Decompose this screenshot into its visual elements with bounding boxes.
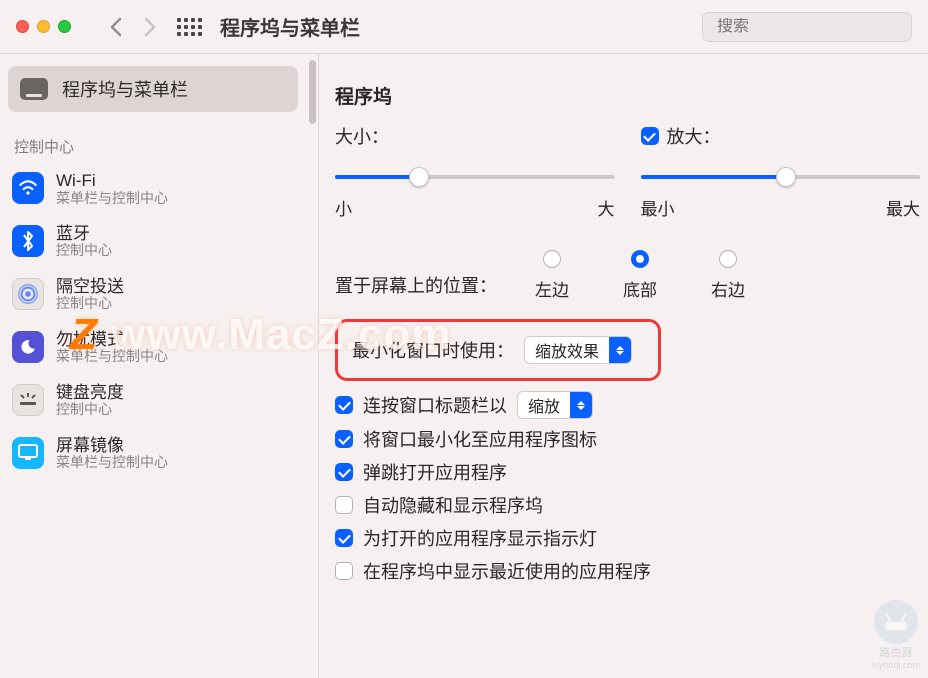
search-field[interactable] <box>702 12 912 42</box>
size-label: 大小： <box>335 123 389 149</box>
chevron-right-icon <box>143 17 157 37</box>
minimize-effect-label: 最小化窗口时使用： <box>352 337 514 363</box>
sidebar-item-screen-mirroring[interactable]: 屏幕镜像菜单栏与控制中心 <box>0 428 298 481</box>
close-button[interactable] <box>16 20 29 33</box>
position-option-right[interactable]: 右边 <box>711 250 745 301</box>
position-label: 置于屏幕上的位置： <box>335 250 515 298</box>
sidebar-item-keyboard-brightness[interactable]: 键盘亮度控制中心 <box>0 375 298 428</box>
back-button[interactable] <box>99 13 133 41</box>
airdrop-icon <box>12 278 44 310</box>
bluetooth-icon <box>12 225 44 257</box>
opt-autohide-dock[interactable]: 自动隐藏和显示程序坞 <box>335 492 920 518</box>
fullscreen-button[interactable] <box>58 20 71 33</box>
position-option-left[interactable]: 左边 <box>535 250 569 301</box>
magnify-slider[interactable] <box>641 167 921 187</box>
window-toolbar: 程序坞与菜单栏 <box>0 0 928 54</box>
keyboard-brightness-icon <box>12 384 44 416</box>
wifi-icon <box>12 172 44 204</box>
sidebar: 程序坞与菜单栏 控制中心 Wi-Fi菜单栏与控制中心 蓝牙控制中心 隔空投送控制… <box>0 54 306 678</box>
size-slider[interactable] <box>335 167 615 187</box>
sidebar-item-wifi[interactable]: Wi-Fi菜单栏与控制中心 <box>0 163 298 216</box>
chevron-updown-icon <box>609 337 631 363</box>
scrollbar[interactable] <box>306 54 318 678</box>
screen-mirroring-icon <box>12 437 44 469</box>
minimize-effect-select[interactable]: 缩放效果 <box>524 336 632 364</box>
minimize-effect-row: 最小化窗口时使用： 缩放效果 <box>335 319 661 381</box>
window-title: 程序坞与菜单栏 <box>220 12 360 41</box>
opt-show-indicator[interactable]: 为打开的应用程序显示指示灯 <box>335 525 920 551</box>
forward-button[interactable] <box>133 13 167 41</box>
dock-icon <box>20 78 48 100</box>
content-pane: 程序坞 大小： 小大 放大： 最小最大 置于屏幕上的位置 <box>318 54 928 678</box>
sidebar-item-dnd[interactable]: 勿扰模式菜单栏与控制中心 <box>0 322 298 375</box>
chevron-left-icon <box>109 17 123 37</box>
dblclick-select[interactable]: 缩放 <box>517 391 593 419</box>
sidebar-section-header: 控制中心 <box>0 132 298 163</box>
opt-bounce-open[interactable]: 弹跳打开应用程序 <box>335 459 920 485</box>
size-slider-block: 大小： 小大 <box>335 123 615 220</box>
dblclick-checkbox[interactable] <box>335 396 353 414</box>
magnify-label: 放大： <box>667 123 721 149</box>
sidebar-item-airdrop[interactable]: 隔空投送控制中心 <box>0 269 298 322</box>
magnify-checkbox[interactable] <box>641 127 659 145</box>
sidebar-item-dock-menubar[interactable]: 程序坞与菜单栏 <box>8 66 298 112</box>
search-input[interactable] <box>717 18 924 36</box>
magnify-slider-block: 放大： 最小最大 <box>641 123 921 220</box>
show-all-icon[interactable] <box>177 18 202 36</box>
chevron-updown-icon <box>570 392 592 418</box>
minimize-button[interactable] <box>37 20 50 33</box>
sidebar-selected-label: 程序坞与菜单栏 <box>62 76 188 102</box>
opt-minimize-to-app-icon[interactable]: 将窗口最小化至应用程序图标 <box>335 426 920 452</box>
dblclick-row: 连按窗口标题栏以 缩放 <box>335 391 920 419</box>
sidebar-item-bluetooth[interactable]: 蓝牙控制中心 <box>0 216 298 269</box>
position-option-bottom[interactable]: 底部 <box>623 250 657 301</box>
section-title: 程序坞 <box>335 82 920 109</box>
moon-icon <box>12 331 44 363</box>
opt-show-recent[interactable]: 在程序坞中显示最近使用的应用程序 <box>335 558 920 584</box>
window-controls <box>16 20 71 33</box>
